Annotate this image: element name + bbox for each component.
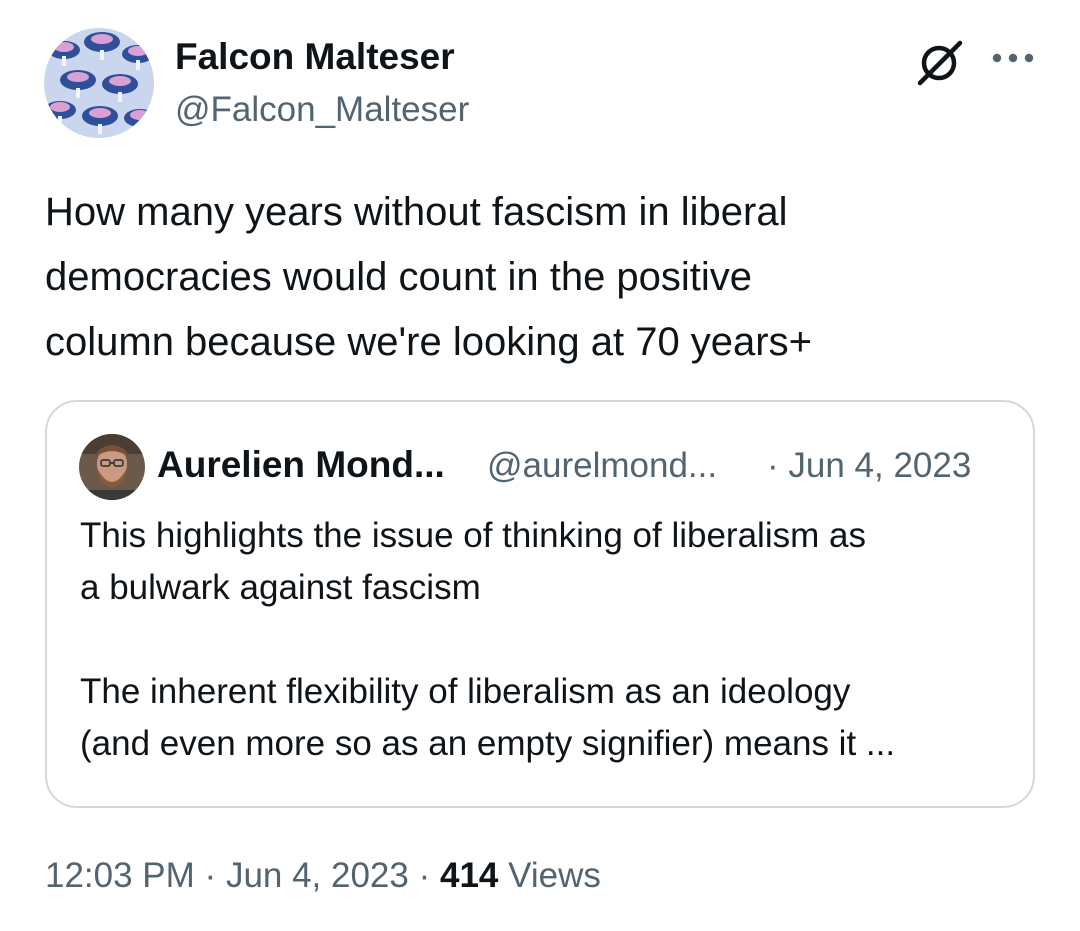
tweet-date[interactable]: Jun 4, 2023	[226, 856, 409, 895]
quoted-author-display-name[interactable]: Aurelien Mond...	[157, 444, 445, 486]
tweet-text-line: democracies would count in the positive	[45, 255, 753, 299]
tweet-time[interactable]: 12:03 PM	[45, 856, 195, 895]
quoted-tweet-text: This highlights the issue of thinking of…	[80, 510, 1020, 770]
grok-icon[interactable]	[914, 36, 966, 88]
more-options-icon[interactable]	[990, 46, 1036, 70]
quoted-tweet-card[interactable]: Aurelien Mond... @aurelmond... · Jun 4, …	[45, 400, 1035, 808]
views-label: Views	[508, 856, 601, 895]
tweet-text-line: column because we're looking at 70 years…	[45, 320, 812, 364]
tweet-text-line: How many years without fascism in libera…	[45, 190, 788, 234]
author-display-name[interactable]: Falcon Malteser	[175, 36, 455, 78]
meta-separator: ·	[418, 856, 431, 895]
views-count: 414	[440, 856, 499, 895]
author-avatar[interactable]	[44, 28, 154, 138]
quoted-author-handle[interactable]: @aurelmond...	[487, 446, 717, 486]
tweet-meta: 12:03 PM · Jun 4, 2023 · 414 Views	[45, 856, 601, 896]
mushroom-pattern-avatar-icon	[44, 28, 154, 138]
quoted-text-line: The inherent flexibility of liberalism a…	[80, 672, 851, 711]
quoted-author-avatar[interactable]	[79, 434, 145, 500]
meta-separator: ·	[204, 856, 217, 895]
quoted-text-line: a bulwark against fascism	[80, 568, 481, 607]
quoted-tweet-date[interactable]: · Jun 4, 2023	[767, 446, 971, 486]
author-handle[interactable]: @Falcon_Malteser	[175, 90, 469, 130]
bearded-man-avatar-icon	[79, 434, 145, 500]
quoted-text-line: (and even more so as an empty signifier)…	[80, 724, 896, 763]
quoted-text-line: This highlights the issue of thinking of…	[80, 516, 866, 555]
tweet-text: How many years without fascism in libera…	[45, 180, 1035, 375]
